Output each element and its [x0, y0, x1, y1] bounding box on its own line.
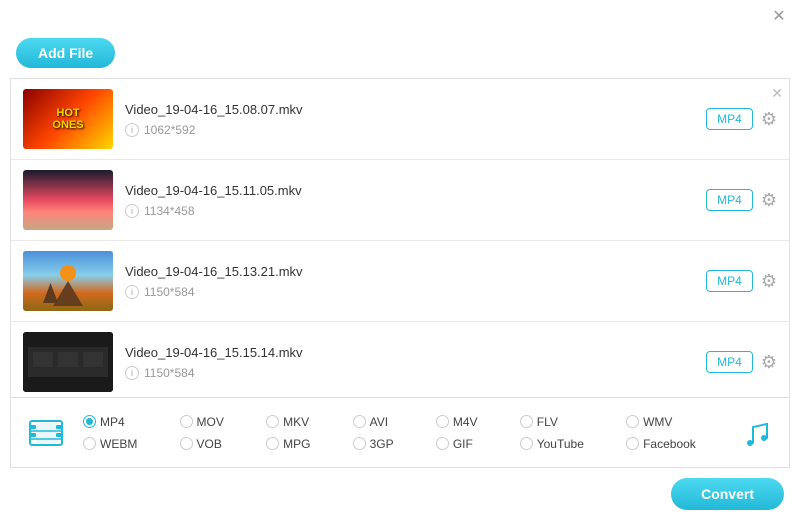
- format-bar: MP4 MOV MKV AVI M4V FLV WMV WEBM VOB MPG…: [10, 398, 790, 468]
- file-resolution: 1150*584: [144, 285, 195, 299]
- film-icon: [26, 413, 66, 453]
- radio-button[interactable]: [626, 415, 639, 428]
- format-label: MOV: [197, 415, 224, 429]
- info-icon[interactable]: i: [125, 204, 139, 218]
- gear-icon[interactable]: ⚙: [761, 109, 777, 130]
- format-label: AVI: [370, 415, 388, 429]
- table-row: Video_19-04-16_15.11.05.mkv i 1134*458 M…: [11, 160, 789, 241]
- format-label: VOB: [197, 437, 222, 451]
- radio-button[interactable]: [520, 415, 533, 428]
- thumbnail-text: HOTONES: [52, 107, 83, 131]
- radio-button[interactable]: [180, 415, 193, 428]
- table-row: Video_19-04-16_15.15.14.mkv i 1150*584 M…: [11, 322, 789, 398]
- music-icon-container: [734, 415, 779, 451]
- file-name: Video_19-04-16_15.15.14.mkv: [125, 345, 694, 360]
- radio-button[interactable]: [626, 437, 639, 450]
- format-label: FLV: [537, 415, 558, 429]
- title-bar: ✕: [0, 0, 800, 34]
- radio-button[interactable]: [520, 437, 533, 450]
- film-icon-container: [21, 408, 71, 458]
- file-meta: i 1150*584: [125, 285, 694, 299]
- radio-button[interactable]: [353, 415, 366, 428]
- radio-button[interactable]: [83, 415, 96, 428]
- file-meta: i 1062*592: [125, 123, 694, 137]
- file-meta: i 1134*458: [125, 204, 694, 218]
- format-label: WEBM: [100, 437, 137, 451]
- table-row: Video_19-04-16_15.13.21.mkv i 1150*584 M…: [11, 241, 789, 322]
- format-option[interactable]: MOV: [180, 415, 263, 429]
- format-option[interactable]: MKV: [266, 415, 349, 429]
- radio-button[interactable]: [266, 415, 279, 428]
- radio-button[interactable]: [436, 437, 449, 450]
- format-option[interactable]: MPG: [266, 437, 349, 451]
- file-resolution: 1062*592: [144, 123, 195, 137]
- file-name: Video_19-04-16_15.08.07.mkv: [125, 102, 694, 117]
- convert-button[interactable]: Convert: [671, 478, 784, 510]
- format-option[interactable]: Facebook: [626, 437, 734, 451]
- file-actions: MP4 ⚙: [706, 270, 777, 292]
- radio-button[interactable]: [266, 437, 279, 450]
- table-row: HOTONES Video_19-04-16_15.08.07.mkv i 10…: [11, 79, 789, 160]
- format-label: MP4: [100, 415, 125, 429]
- file-meta: i 1150*584: [125, 366, 694, 380]
- format-option[interactable]: M4V: [436, 415, 516, 429]
- file-actions: MP4 ⚙: [706, 351, 777, 373]
- format-options-grid: MP4 MOV MKV AVI M4V FLV WMV WEBM VOB MPG…: [83, 415, 734, 451]
- thumbnail-svg: [23, 251, 113, 311]
- file-resolution: 1134*458: [144, 204, 195, 218]
- format-option[interactable]: VOB: [180, 437, 263, 451]
- format-badge[interactable]: MP4: [706, 270, 753, 292]
- format-label: YouTube: [537, 437, 584, 451]
- format-option[interactable]: 3GP: [353, 437, 432, 451]
- file-info: Video_19-04-16_15.13.21.mkv i 1150*584: [113, 264, 706, 299]
- file-name: Video_19-04-16_15.11.05.mkv: [125, 183, 694, 198]
- thumbnail: [23, 332, 113, 392]
- add-file-button[interactable]: Add File: [16, 38, 115, 68]
- file-name: Video_19-04-16_15.13.21.mkv: [125, 264, 694, 279]
- radio-button[interactable]: [436, 415, 449, 428]
- info-icon[interactable]: i: [125, 123, 139, 137]
- format-option[interactable]: GIF: [436, 437, 516, 451]
- format-badge[interactable]: MP4: [706, 189, 753, 211]
- thumbnail: HOTONES: [23, 89, 113, 149]
- file-resolution: 1150*584: [144, 366, 195, 380]
- gear-icon[interactable]: ⚙: [761, 190, 777, 211]
- radio-button[interactable]: [83, 437, 96, 450]
- format-option[interactable]: MP4: [83, 415, 176, 429]
- info-icon[interactable]: i: [125, 285, 139, 299]
- format-label: WMV: [643, 415, 672, 429]
- radio-button[interactable]: [353, 437, 366, 450]
- info-icon[interactable]: i: [125, 366, 139, 380]
- format-option[interactable]: AVI: [353, 415, 432, 429]
- format-label: MPG: [283, 437, 310, 451]
- file-info: Video_19-04-16_15.15.14.mkv i 1150*584: [113, 345, 706, 380]
- file-actions: MP4 ⚙: [706, 189, 777, 211]
- thumbnail-svg: [23, 332, 113, 392]
- format-option[interactable]: YouTube: [520, 437, 622, 451]
- gear-icon[interactable]: ⚙: [761, 271, 777, 292]
- format-option[interactable]: WEBM: [83, 437, 176, 451]
- file-info: Video_19-04-16_15.08.07.mkv i 1062*592: [113, 102, 706, 137]
- format-label: GIF: [453, 437, 473, 451]
- item-close-button[interactable]: ✕: [771, 85, 783, 102]
- radio-button[interactable]: [180, 437, 193, 450]
- thumbnail: [23, 170, 113, 230]
- music-icon: [739, 415, 775, 451]
- file-info: Video_19-04-16_15.11.05.mkv i 1134*458: [113, 183, 706, 218]
- thumbnail: [23, 251, 113, 311]
- format-badge[interactable]: MP4: [706, 351, 753, 373]
- format-option[interactable]: WMV: [626, 415, 734, 429]
- format-label: MKV: [283, 415, 309, 429]
- gear-icon[interactable]: ⚙: [761, 352, 777, 373]
- file-list: HOTONES Video_19-04-16_15.08.07.mkv i 10…: [10, 78, 790, 398]
- window-close-button[interactable]: ✕: [770, 8, 788, 26]
- format-label: Facebook: [643, 437, 696, 451]
- format-label: M4V: [453, 415, 478, 429]
- format-badge[interactable]: MP4: [706, 108, 753, 130]
- file-actions: MP4 ⚙: [706, 108, 777, 130]
- format-label: 3GP: [370, 437, 394, 451]
- top-bar: Add File: [0, 34, 800, 78]
- bottom-bar: Convert: [0, 468, 800, 520]
- format-option[interactable]: FLV: [520, 415, 622, 429]
